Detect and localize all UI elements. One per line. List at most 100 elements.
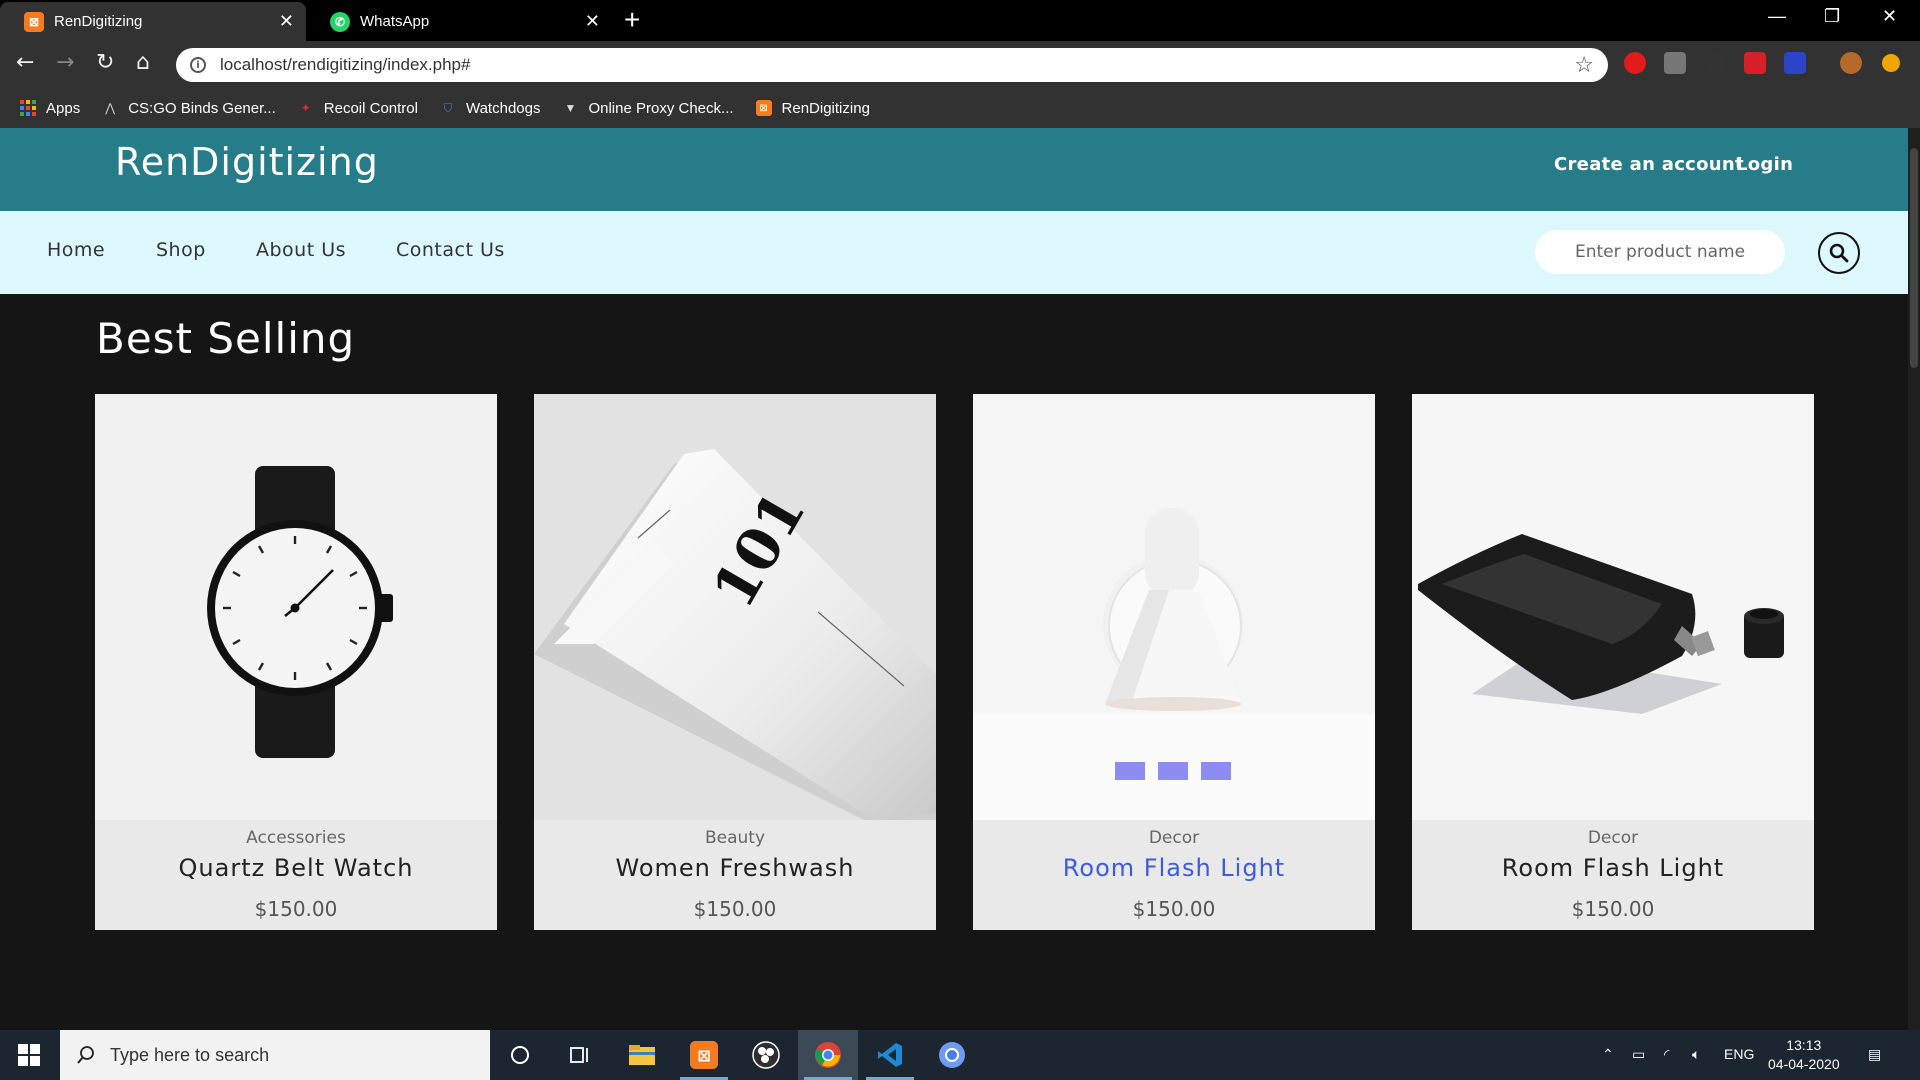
tab-title: RenDigitizing <box>54 13 143 30</box>
tab-title: WhatsApp <box>360 13 430 30</box>
chromium-icon[interactable] <box>922 1030 982 1080</box>
tab-rendigitizing[interactable]: ⊠ RenDigitizing ✕ <box>0 2 306 41</box>
clock-date: 04-04-2020 <box>1768 1056 1840 1072</box>
color-swatch[interactable] <box>1115 762 1145 780</box>
bookmark-recoil-control[interactable]: ✦ Recoil Control <box>298 100 418 117</box>
product-image-watch[interactable] <box>95 394 497 820</box>
xampp-taskbar-icon[interactable]: ⊠ <box>674 1030 734 1080</box>
product-search-input[interactable] <box>1535 230 1785 274</box>
product-price: $150.00 <box>254 897 338 921</box>
scrollbar-thumb[interactable] <box>1910 148 1918 368</box>
vscode-icon[interactable] <box>860 1030 920 1080</box>
file-explorer-icon[interactable] <box>612 1030 672 1080</box>
product-category: Accessories <box>246 828 346 848</box>
extension-media-icon[interactable] <box>1744 52 1766 74</box>
bookmark-csgo-binds[interactable]: ⋀ CS:GO Binds Gener... <box>102 100 275 117</box>
bookmark-label: Recoil Control <box>323 99 418 117</box>
bookmark-watchdogs[interactable]: ⛉ Watchdogs <box>440 100 540 117</box>
home-icon[interactable]: ⌂ <box>136 50 150 75</box>
product-category: Decor <box>1587 828 1639 848</box>
color-swatch[interactable] <box>1201 762 1231 780</box>
nav-home[interactable]: Home <box>47 239 105 261</box>
product-name[interactable]: Quartz Belt Watch <box>95 854 497 882</box>
bookmark-label: RenDigitizing <box>781 99 870 117</box>
task-view-icon[interactable] <box>550 1030 610 1080</box>
product-card[interactable]: Decor Room Flash Light $150.00 <box>973 394 1375 930</box>
back-arrow-icon[interactable]: ← <box>16 50 34 75</box>
xampp-icon: ⊠ <box>24 11 44 32</box>
cortana-icon[interactable] <box>490 1030 550 1080</box>
bookmark-proxy-check[interactable]: ▼ Online Proxy Check... <box>562 99 734 117</box>
product-category: Beauty <box>704 828 766 848</box>
battery-icon[interactable]: ▭ <box>1632 1046 1645 1063</box>
color-swatch[interactable] <box>1158 762 1188 780</box>
nav-shop[interactable]: Shop <box>156 239 206 261</box>
system-clock[interactable]: 13:13 04-04-2020 <box>1768 1036 1840 1074</box>
tab-whatsapp[interactable]: ✆ WhatsApp ✕ <box>306 2 612 41</box>
proxy-icon: ▼ <box>564 101 577 115</box>
address-bar[interactable]: i localhost/rendigitizing/index.php# ☆ <box>176 48 1608 82</box>
forward-arrow-icon[interactable]: → <box>56 50 74 75</box>
minimize-window-button[interactable]: — <box>1768 6 1786 27</box>
nav-about-us[interactable]: About Us <box>256 239 346 261</box>
product-image-tube[interactable]: 101 <box>534 394 936 820</box>
close-tab-icon[interactable]: ✕ <box>585 11 600 32</box>
product-price: $150.00 <box>1132 897 1216 921</box>
bookmark-star-icon[interactable]: ☆ <box>1574 53 1594 78</box>
bookmark-label: Watchdogs <box>465 99 541 117</box>
product-name[interactable]: Room Flash Light <box>973 854 1375 882</box>
whatsapp-icon: ✆ <box>330 11 350 32</box>
search-icon <box>77 1046 94 1064</box>
close-tab-icon[interactable]: ✕ <box>279 11 294 32</box>
bookmark-apps[interactable]: Apps <box>20 100 80 117</box>
wifi-icon[interactable]: ◜ <box>1664 1046 1669 1063</box>
product-image-pouch[interactable] <box>1412 394 1814 820</box>
extension-bug-icon[interactable] <box>1704 52 1726 74</box>
close-window-button[interactable]: ✕ <box>1882 6 1897 27</box>
chrome-taskbar-icon[interactable] <box>798 1030 858 1080</box>
nav-contact-us[interactable]: Contact Us <box>396 239 505 261</box>
profile-avatar[interactable] <box>1840 52 1862 74</box>
new-tab-button[interactable]: + <box>624 6 640 34</box>
show-hidden-icons-chevron[interactable]: ⌃ <box>1602 1046 1614 1063</box>
login-link[interactable]: Login <box>1736 154 1793 175</box>
product-image-lamp[interactable] <box>973 394 1375 820</box>
windows-start-icon[interactable] <box>18 1044 40 1070</box>
search-button[interactable] <box>1818 232 1860 274</box>
bookmark-label: Online Proxy Check... <box>588 99 734 117</box>
site-info-icon[interactable]: i <box>190 57 206 73</box>
site-header: RenDigitizing Create an account Login <box>0 128 1908 211</box>
product-name[interactable]: Women Freshwash <box>534 854 936 882</box>
product-price: $150.00 <box>1571 897 1655 921</box>
product-category: Decor <box>1148 828 1200 848</box>
update-alert-icon[interactable] <box>1882 54 1900 72</box>
extension-screen-icon[interactable] <box>1784 52 1806 74</box>
bookmark-label: Apps <box>46 99 81 117</box>
page-viewport: RenDigitizing Create an account Login Ho… <box>0 128 1920 1030</box>
product-card[interactable]: Decor Room Flash Light $150.00 <box>1412 394 1814 930</box>
main-nav: Home Shop About Us Contact Us <box>0 211 1908 294</box>
product-name[interactable]: Room Flash Light <box>1412 854 1814 882</box>
extension-shield-icon[interactable] <box>1624 52 1646 74</box>
windows-taskbar: Type here to search ⊠ ⌃ ▭ ◜ 🔈︎ ENG 13:13… <box>0 1030 1920 1080</box>
reload-icon[interactable]: ↻ <box>96 50 114 75</box>
recoil-icon: ✦ <box>300 101 311 115</box>
apps-grid-icon <box>20 100 36 116</box>
obs-icon[interactable] <box>736 1030 796 1080</box>
action-center-icon[interactable]: ▤ <box>1868 1046 1881 1063</box>
extension-flag-icon[interactable] <box>1664 52 1686 74</box>
browser-tab-strip: ⊠ RenDigitizing ✕ ✆ WhatsApp ✕ + — ❐ ✕ <box>0 0 1920 41</box>
brand-logo[interactable]: RenDigitizing <box>115 140 379 184</box>
volume-icon[interactable]: 🔈︎ <box>1692 1046 1700 1063</box>
section-title: Best Selling <box>96 314 356 363</box>
create-account-link[interactable]: Create an account <box>1554 154 1744 175</box>
bookmark-rendigitizing[interactable]: ⊠ RenDigitizing <box>755 99 870 117</box>
input-language[interactable]: ENG <box>1724 1046 1754 1062</box>
restore-window-button[interactable]: ❐ <box>1824 6 1840 27</box>
url-text[interactable]: localhost/rendigitizing/index.php# <box>220 55 1574 75</box>
taskbar-search-box[interactable]: Type here to search <box>60 1030 490 1080</box>
bookmarks-bar: Apps ⋀ CS:GO Binds Gener... ✦ Recoil Con… <box>0 88 1920 128</box>
product-card[interactable]: 101 Beauty Women Freshwash $150.00 <box>534 394 936 930</box>
product-card[interactable]: Accessories Quartz Belt Watch $150.00 <box>95 394 497 930</box>
taskbar-search-placeholder: Type here to search <box>110 1044 270 1065</box>
